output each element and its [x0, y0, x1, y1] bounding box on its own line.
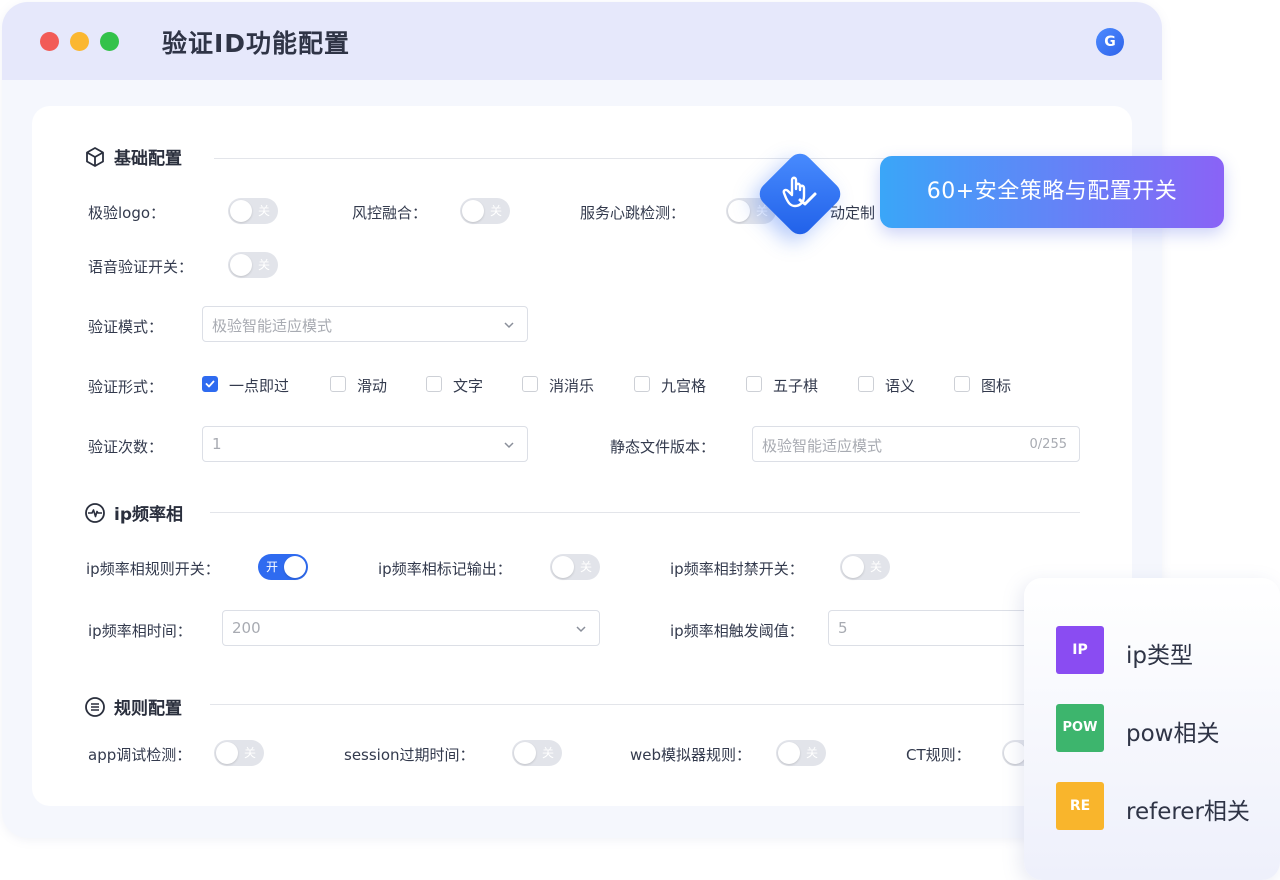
hand-tap-check-icon [782, 176, 817, 208]
form-option-label: 图标 [981, 377, 1012, 395]
form-checkbox[interactable] [954, 376, 970, 392]
form-checkbox[interactable] [330, 376, 346, 392]
chevron-down-icon [504, 322, 514, 329]
section-title-rules: 规则配置 [84, 694, 182, 719]
ip-time-label: ip频率相时间： [88, 622, 192, 640]
section-label: 规则配置 [114, 699, 182, 719]
toggle-text: 关 [243, 746, 256, 760]
web-emulator-toggle[interactable]: 关 [776, 740, 826, 766]
mode-select[interactable]: 极验智能适应模式 [202, 306, 528, 342]
divider [210, 512, 1080, 513]
mode-label: 验证模式： [88, 318, 164, 336]
session-expire-label: session过期时间： [344, 746, 475, 764]
chevron-down-icon [504, 442, 514, 449]
form-option-label: 一点即过 [229, 377, 290, 395]
section-label: 基础配置 [114, 149, 182, 169]
referer-label: referer相关 [1126, 799, 1250, 825]
ip-ban-toggle[interactable]: 关 [840, 554, 890, 580]
form-checkbox[interactable] [426, 376, 442, 392]
ip-rule-switch-toggle[interactable]: 开 [258, 554, 308, 580]
toggle-text: 关 [805, 746, 818, 760]
close-window-button[interactable] [40, 32, 59, 51]
static-version-placeholder: 极验智能适应模式 [762, 437, 883, 455]
app-debug-toggle[interactable]: 关 [214, 740, 264, 766]
risk-fusion-label: 风控融合： [352, 204, 428, 222]
toggle-text: 关 [257, 258, 270, 272]
referer-tag: RE [1056, 782, 1104, 830]
voice-toggle[interactable]: 关 [228, 252, 278, 278]
toggle-text: 关 [257, 204, 270, 218]
form-option-label: 语义 [885, 377, 916, 395]
char-counter: 0/255 [1029, 437, 1067, 452]
ct-rule-label: CT规则： [906, 746, 971, 764]
maximize-window-button[interactable] [100, 32, 119, 51]
section-label: ip频率相 [114, 505, 183, 525]
title-bar: 验证ID功能配置 G [2, 2, 1162, 80]
logo-toggle[interactable]: 关 [228, 198, 278, 224]
toggle-text: 关 [579, 560, 592, 574]
count-label: 验证次数： [88, 438, 164, 456]
static-version-input[interactable]: 极验智能适应模式 0/255 [752, 426, 1080, 462]
cube-icon [86, 146, 104, 167]
risk-fusion-toggle[interactable]: 关 [460, 198, 510, 224]
voice-label: 语音验证开关： [88, 258, 194, 276]
static-version-label: 静态文件版本： [610, 438, 716, 456]
chevron-down-icon [576, 626, 586, 633]
list-icon [85, 696, 105, 717]
user-avatar[interactable]: G [1096, 28, 1124, 56]
form-checkbox[interactable] [634, 376, 650, 392]
pow-label: pow相关 [1126, 721, 1220, 747]
ip-threshold-value: 5 [838, 619, 848, 637]
form-checkbox[interactable] [202, 376, 218, 392]
web-emulator-label: web模拟器规则： [630, 746, 752, 764]
form-option-label: 五子棋 [773, 377, 819, 395]
ip-type-label: ip类型 [1126, 643, 1193, 669]
form-option-label: 九宫格 [661, 377, 707, 395]
form-option-label: 消消乐 [549, 377, 595, 395]
app-debug-label: app调试检测： [88, 746, 192, 764]
mode-value: 极验智能适应模式 [212, 317, 333, 335]
app-window: 验证ID功能配置 G 基础配置 极验logo： 关 风控融合： 关 服务心跳检测… [2, 2, 1162, 838]
touch-badge [752, 146, 848, 242]
window-title: 验证ID功能配置 [162, 29, 351, 58]
side-panel: IP ip类型 POW pow相关 RE referer相关 [1024, 578, 1280, 880]
ip-time-value: 200 [232, 619, 261, 637]
toggle-text: 关 [541, 746, 554, 760]
count-value: 1 [212, 435, 222, 453]
form-checkbox[interactable] [858, 376, 874, 392]
feature-banner: 60+安全策略与配置开关 [880, 156, 1224, 228]
ip-mark-toggle[interactable]: 关 [550, 554, 600, 580]
section-title-ip: ip频率相 [84, 500, 183, 525]
form-checkbox[interactable] [746, 376, 762, 392]
ip-time-select[interactable]: 200 [222, 610, 600, 646]
heartbeat-label: 服务心跳检测： [580, 204, 686, 222]
toggle-text: 关 [869, 560, 882, 574]
toggle-text: 关 [489, 204, 502, 218]
logo-label: 极验logo： [88, 204, 166, 222]
session-expire-toggle[interactable]: 关 [512, 740, 562, 766]
pulse-icon [85, 502, 105, 523]
divider [210, 704, 1080, 705]
pow-tag: POW [1056, 704, 1104, 752]
count-select[interactable]: 1 [202, 426, 528, 462]
ip-mark-label: ip频率相标记输出： [378, 560, 512, 578]
form-option-label: 滑动 [357, 377, 388, 395]
minimize-window-button[interactable] [70, 32, 89, 51]
ip-type-tag: IP [1056, 626, 1104, 674]
ip-threshold-label: ip频率相触发阈值： [670, 622, 804, 640]
form-checkbox[interactable] [522, 376, 538, 392]
toggle-text: 开 [266, 560, 279, 574]
ip-rule-switch-label: ip频率相规则开关： [86, 560, 220, 578]
form-option-label: 文字 [453, 377, 484, 395]
check-icon [205, 380, 215, 388]
form-label: 验证形式： [88, 378, 164, 396]
ip-ban-label: ip频率相封禁开关： [670, 560, 804, 578]
section-title-basic: 基础配置 [84, 144, 182, 169]
